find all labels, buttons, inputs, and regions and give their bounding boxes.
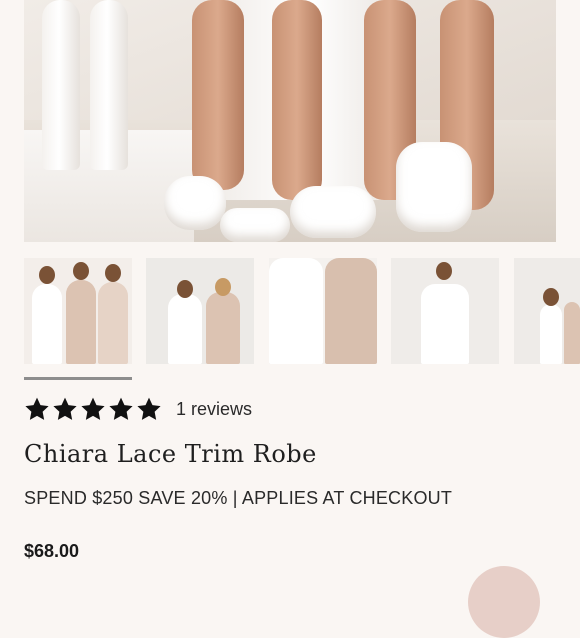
- figure: [564, 302, 580, 364]
- figure-head: [543, 288, 559, 306]
- star-icon: [53, 397, 77, 420]
- product-price: $68.00: [24, 541, 80, 561]
- figure: [421, 284, 469, 364]
- reviews-link[interactable]: 1 reviews: [176, 399, 252, 420]
- figure-head: [39, 266, 55, 284]
- baluster: [42, 0, 80, 170]
- thumbnail-strip: [24, 258, 580, 364]
- leg: [272, 0, 322, 200]
- figure-head: [436, 262, 452, 280]
- active-thumbnail-indicator: [24, 377, 132, 380]
- figure: [269, 258, 323, 364]
- figure-head: [105, 264, 121, 282]
- figure: [66, 280, 96, 364]
- figure: [206, 292, 240, 364]
- star-icon: [109, 397, 133, 420]
- slipper: [220, 208, 290, 242]
- figure: [540, 304, 562, 364]
- slipper: [290, 186, 376, 238]
- star-icon: [137, 397, 161, 420]
- thumbnail-5[interactable]: [514, 258, 580, 364]
- product-title: Chiara Lace Trim Robe: [24, 440, 317, 468]
- thumbnail-4[interactable]: [391, 258, 499, 364]
- star-icon: [81, 397, 105, 420]
- figure: [168, 294, 202, 364]
- figure: [325, 258, 377, 364]
- slipper: [396, 142, 472, 232]
- figure: [98, 282, 128, 364]
- baluster: [90, 0, 128, 170]
- figure-head: [177, 280, 193, 298]
- main-product-image[interactable]: [24, 0, 556, 242]
- figure-head: [73, 262, 89, 280]
- thumbnail-1[interactable]: [24, 258, 132, 364]
- chat-button[interactable]: [468, 566, 540, 638]
- promo-banner: SPEND $250 SAVE 20% | APPLIES AT CHECKOU…: [24, 488, 453, 508]
- thumbnail-2[interactable]: [146, 258, 254, 364]
- leg: [192, 0, 244, 190]
- star-icon: [25, 397, 49, 420]
- thumbnail-3[interactable]: [269, 258, 377, 364]
- slipper: [164, 176, 226, 230]
- figure: [32, 284, 62, 364]
- rating-row: 1 reviews: [24, 394, 252, 424]
- figure-head: [215, 278, 231, 296]
